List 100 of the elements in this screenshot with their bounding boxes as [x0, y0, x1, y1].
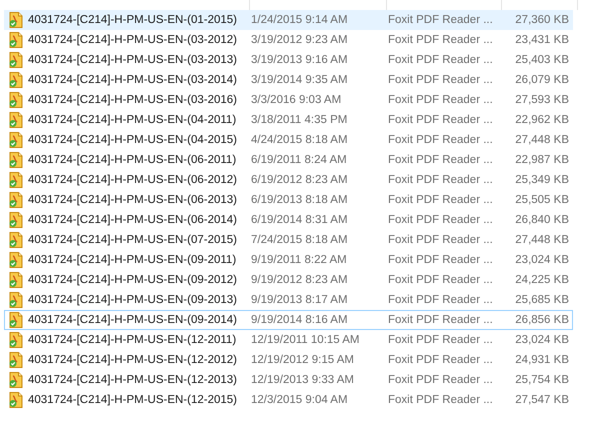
file-size: 27,593 KB: [514, 94, 570, 106]
date-modified: 12/19/2013 9:33 AM: [251, 374, 355, 386]
file-name: 4031724-[C214]-H-PM-US-EN-(06-2013): [28, 194, 237, 206]
date-modified: 6/19/2011 8:24 AM: [251, 154, 348, 166]
file-type: Foxit PDF Reader ...: [388, 134, 494, 146]
file-type: Foxit PDF Reader ...: [388, 374, 494, 386]
file-size: 27,360 KB: [514, 14, 570, 26]
file-row[interactable]: 4031724-[C214]-H-PM-US-EN-(03-2016) 3/3/2016 9:03 AM Foxit PDF Reader ... 27,593 KB: [4, 90, 573, 110]
file-row[interactable]: 4031724-[C214]-H-PM-US-EN-(12-2015) 12/3/2015 9:04 AM Foxit PDF Reader ... 27,547 KB: [4, 390, 573, 410]
file-name: 4031724-[C214]-H-PM-US-EN-(12-2015): [28, 394, 237, 406]
pdf-document-icon: [8, 92, 24, 108]
pdf-document-icon: [8, 112, 24, 128]
file-row[interactable]: 4031724-[C214]-H-PM-US-EN-(12-2012) 12/19/2012 9:15 AM Foxit PDF Reader ... 24,931 KB: [4, 350, 573, 370]
file-name: 4031724-[C214]-H-PM-US-EN-(03-2014): [28, 74, 237, 86]
date-modified: 12/19/2012 9:15 AM: [251, 354, 355, 366]
file-type: Foxit PDF Reader ...: [388, 254, 494, 266]
file-size: 23,024 KB: [514, 334, 570, 346]
file-row[interactable]: 4031724-[C214]-H-PM-US-EN-(04-2011) 3/18/2011 4:35 PM Foxit PDF Reader ... 22,962 KB: [4, 110, 573, 130]
file-row[interactable]: 4031724-[C214]-H-PM-US-EN-(07-2015) 7/24/2015 8:18 AM Foxit PDF Reader ... 27,448 KB: [4, 230, 573, 250]
file-row[interactable]: 4031724-[C214]-H-PM-US-EN-(03-2013) 3/19/2013 9:16 AM Foxit PDF Reader ... 25,403 KB: [4, 50, 573, 70]
pdf-document-icon: [8, 192, 24, 208]
date-modified: 7/24/2015 8:18 AM: [251, 234, 349, 246]
file-size: 24,931 KB: [514, 354, 570, 366]
file-type: Foxit PDF Reader ...: [388, 74, 494, 86]
file-row[interactable]: 4031724-[C214]-H-PM-US-EN-(06-2012) 6/19/2012 8:23 AM Foxit PDF Reader ... 25,349 KB: [4, 170, 573, 190]
file-size: 23,431 KB: [514, 34, 570, 46]
file-type: Foxit PDF Reader ...: [388, 214, 494, 226]
file-size: 25,505 KB: [514, 194, 570, 206]
file-type: Foxit PDF Reader ...: [388, 194, 494, 206]
file-size: 22,987 KB: [514, 154, 570, 166]
file-name: 4031724-[C214]-H-PM-US-EN-(04-2015): [28, 134, 237, 146]
file-row[interactable]: 4031724-[C214]-H-PM-US-EN-(12-2011) 12/19/2011 10:15 AM Foxit PDF Reader ... 23,024 KB: [4, 330, 573, 350]
file-name: 4031724-[C214]-H-PM-US-EN-(04-2011): [28, 114, 236, 126]
pdf-document-icon: [8, 52, 24, 68]
file-type: Foxit PDF Reader ...: [388, 174, 494, 186]
file-row[interactable]: 4031724-[C214]-H-PM-US-EN-(09-2013) 9/19/2013 8:17 AM Foxit PDF Reader ... 25,685 KB: [4, 290, 573, 310]
date-modified: 9/19/2011 8:22 AM: [251, 254, 348, 266]
file-size: 25,403 KB: [514, 54, 570, 66]
file-size: 23,024 KB: [514, 254, 570, 266]
file-name: 4031724-[C214]-H-PM-US-EN-(12-2012): [28, 354, 237, 366]
file-name: 4031724-[C214]-H-PM-US-EN-(06-2014): [28, 214, 237, 226]
file-name: 4031724-[C214]-H-PM-US-EN-(03-2012): [28, 34, 237, 46]
file-type: Foxit PDF Reader ...: [388, 34, 494, 46]
file-size: 25,754 KB: [514, 374, 570, 386]
pdf-document-icon: [8, 12, 24, 28]
file-size: 26,079 KB: [514, 74, 570, 86]
file-type: Foxit PDF Reader ...: [388, 54, 494, 66]
pdf-document-icon: [8, 372, 24, 388]
pdf-document-icon: [8, 392, 24, 408]
file-row[interactable]: 4031724-[C214]-H-PM-US-EN-(06-2011) 6/19/2011 8:24 AM Foxit PDF Reader ... 22,987 KB: [4, 150, 573, 170]
date-modified: 3/19/2012 9:23 AM: [251, 34, 349, 46]
pdf-document-icon: [8, 172, 24, 188]
file-row[interactable]: 4031724-[C214]-H-PM-US-EN-(04-2015) 4/24/2015 8:18 AM Foxit PDF Reader ... 27,448 KB: [4, 130, 573, 150]
file-type: Foxit PDF Reader ...: [388, 234, 494, 246]
file-row[interactable]: 4031724-[C214]-H-PM-US-EN-(03-2014) 3/19/2014 9:35 AM Foxit PDF Reader ... 26,079 KB: [4, 70, 573, 90]
file-type: Foxit PDF Reader ...: [388, 154, 494, 166]
date-modified: 1/24/2015 9:14 AM: [251, 14, 349, 26]
file-name: 4031724-[C214]-H-PM-US-EN-(12-2013): [28, 374, 237, 386]
pdf-document-icon: [8, 212, 24, 228]
file-size: 25,349 KB: [514, 174, 570, 186]
date-modified: 6/19/2014 8:31 AM: [251, 214, 349, 226]
file-size: 26,840 KB: [514, 214, 570, 226]
file-name: 4031724-[C214]-H-PM-US-EN-(06-2012): [28, 174, 237, 186]
file-type: Foxit PDF Reader ...: [388, 394, 494, 406]
file-type: Foxit PDF Reader ...: [388, 354, 494, 366]
file-row[interactable]: 4031724-[C214]-H-PM-US-EN-(09-2011) 9/19/2011 8:22 AM Foxit PDF Reader ... 23,024 KB: [4, 250, 573, 270]
file-row[interactable]: 4031724-[C214]-H-PM-US-EN-(03-2012) 3/19/2012 9:23 AM Foxit PDF Reader ... 23,431 KB: [4, 30, 573, 50]
file-name: 4031724-[C214]-H-PM-US-EN-(03-2013): [28, 54, 237, 66]
file-type: Foxit PDF Reader ...: [388, 14, 494, 26]
file-size: 26,856 KB: [514, 314, 570, 326]
date-modified: 9/19/2013 8:17 AM: [251, 294, 349, 306]
file-name: 4031724-[C214]-H-PM-US-EN-(09-2014): [28, 314, 237, 326]
file-size: 25,685 KB: [514, 294, 570, 306]
pdf-document-icon: [8, 332, 24, 348]
date-modified: 3/3/2016 9:03 AM: [251, 94, 342, 106]
pdf-document-icon: [8, 232, 24, 248]
file-row[interactable]: 4031724-[C214]-H-PM-US-EN-(09-2014) 9/19/2014 8:16 AM Foxit PDF Reader ... 26,856 KB: [4, 310, 573, 330]
pdf-document-icon: [8, 132, 24, 148]
file-size: 27,448 KB: [514, 234, 570, 246]
pdf-document-icon: [8, 352, 24, 368]
file-row[interactable]: 4031724-[C214]-H-PM-US-EN-(01-2015) 1/24/2015 9:14 AM Foxit PDF Reader ... 27,360 KB: [4, 10, 573, 30]
date-modified: 3/19/2014 9:35 AM: [251, 74, 349, 86]
pdf-document-icon: [8, 312, 24, 328]
date-modified: 6/19/2013 8:18 AM: [251, 194, 349, 206]
file-row[interactable]: 4031724-[C214]-H-PM-US-EN-(06-2013) 6/19/2013 8:18 AM Foxit PDF Reader ... 25,505 KB: [4, 190, 573, 210]
file-type: Foxit PDF Reader ...: [388, 294, 494, 306]
pdf-document-icon: [8, 292, 24, 308]
date-modified: 9/19/2012 8:23 AM: [251, 274, 349, 286]
pdf-document-icon: [8, 32, 24, 48]
file-row[interactable]: 4031724-[C214]-H-PM-US-EN-(12-2013) 12/19/2013 9:33 AM Foxit PDF Reader ... 25,754 KB: [4, 370, 573, 390]
file-row[interactable]: 4031724-[C214]-H-PM-US-EN-(06-2014) 6/19/2014 8:31 AM Foxit PDF Reader ... 26,840 KB: [4, 210, 573, 230]
file-name: 4031724-[C214]-H-PM-US-EN-(12-2011): [28, 334, 236, 346]
file-name: 4031724-[C214]-H-PM-US-EN-(06-2011): [28, 154, 236, 166]
date-modified: 12/19/2011 10:15 AM: [251, 334, 360, 346]
file-name: 4031724-[C214]-H-PM-US-EN-(09-2011): [28, 254, 236, 266]
file-type: Foxit PDF Reader ...: [388, 274, 494, 286]
file-type: Foxit PDF Reader ...: [388, 94, 494, 106]
file-row[interactable]: 4031724-[C214]-H-PM-US-EN-(09-2012) 9/19/2012 8:23 AM Foxit PDF Reader ... 24,225 KB: [4, 270, 573, 290]
pdf-document-icon: [8, 152, 24, 168]
file-type: Foxit PDF Reader ...: [388, 314, 494, 326]
